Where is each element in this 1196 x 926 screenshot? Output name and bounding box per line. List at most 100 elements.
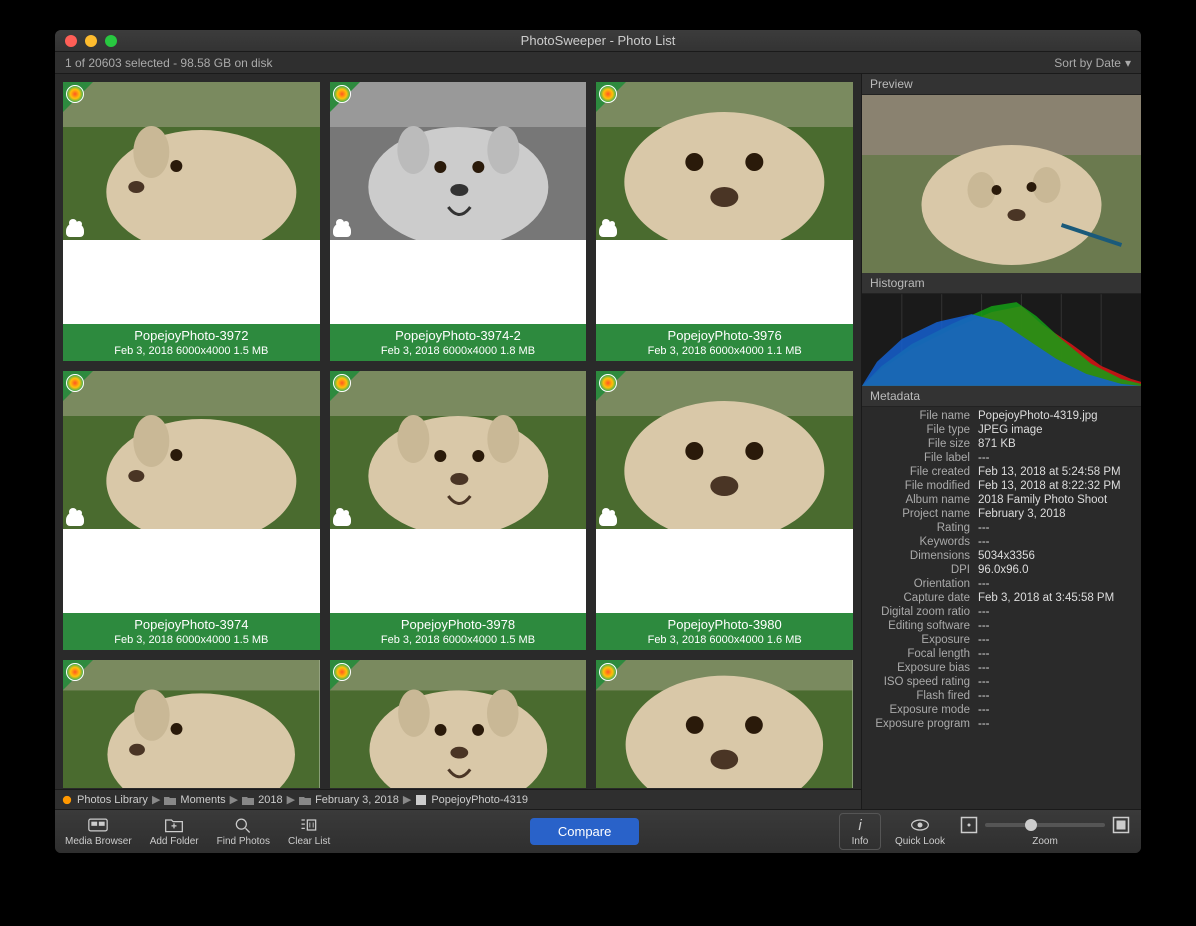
metadata-row: Keywords--- [862, 535, 1141, 549]
add-folder-button[interactable]: Add Folder [150, 816, 199, 847]
add-folder-icon [164, 816, 184, 834]
app-window: PhotoSweeper - Photo List 1 of 20603 sel… [55, 30, 1141, 853]
thumbnail-meta: Feb 3, 2018 6000x4000 1.8 MB [332, 345, 585, 357]
metadata-row: Orientation--- [862, 577, 1141, 591]
media-browser-button[interactable]: Media Browser [65, 816, 132, 847]
thumbnail-meta: Feb 3, 2018 6000x4000 1.5 MB [65, 634, 318, 646]
metadata-value: --- [978, 718, 1133, 730]
cloud-icon [66, 512, 84, 526]
metadata-label: Digital zoom ratio [870, 606, 978, 618]
metadata-label: Exposure mode [870, 704, 978, 716]
info-button[interactable]: i Info [839, 813, 881, 850]
metadata-label: File label [870, 452, 978, 464]
thumbnail-caption: PopejoyPhoto-3974-2 Feb 3, 2018 6000x4000… [330, 324, 587, 361]
svg-text:i: i [858, 817, 862, 834]
metadata-value: --- [978, 452, 1133, 464]
zoom-in-icon[interactable] [1111, 816, 1131, 834]
metadata-row: ISO speed rating--- [862, 675, 1141, 689]
file-icon [415, 795, 427, 805]
thumbnail-caption: PopejoyPhoto-3978 Feb 3, 2018 6000x4000 1… [330, 613, 587, 650]
metadata-label: Exposure bias [870, 662, 978, 674]
slider-thumb[interactable] [1025, 819, 1037, 831]
cloud-icon [599, 223, 617, 237]
metadata-value: --- [978, 676, 1133, 688]
photos-library-icon [61, 795, 73, 805]
preview-header: Preview [862, 74, 1141, 95]
close-button[interactable] [65, 35, 77, 47]
compare-button[interactable]: Compare [530, 818, 639, 845]
minimize-button[interactable] [85, 35, 97, 47]
thumbnail-name: PopejoyPhoto-3974 [65, 617, 318, 632]
photo-thumbnail[interactable] [63, 660, 320, 788]
zoom-control: Zoom [959, 816, 1131, 847]
thumbnail-caption: PopejoyPhoto-3974 Feb 3, 2018 6000x4000 1… [63, 613, 320, 650]
metadata-label: Capture date [870, 592, 978, 604]
metadata-label: ISO speed rating [870, 676, 978, 688]
histogram-header: Histogram [862, 273, 1141, 294]
chevron-right-icon: ▶ [152, 793, 160, 806]
photo-thumbnail[interactable] [596, 660, 853, 788]
clear-list-button[interactable]: Clear List [288, 816, 330, 847]
metadata-table: File namePopejoyPhoto-4319.jpgFile typeJ… [862, 407, 1141, 733]
zoom-slider[interactable] [985, 823, 1105, 827]
window-title: PhotoSweeper - Photo List [55, 33, 1141, 48]
thumbnail-meta: Feb 3, 2018 6000x4000 1.5 MB [332, 634, 585, 646]
metadata-value: Feb 13, 2018 at 5:24:58 PM [978, 466, 1133, 478]
metadata-label: Album name [870, 494, 978, 506]
metadata-row: Exposure mode--- [862, 703, 1141, 717]
thumbnail-name: PopejoyPhoto-3978 [332, 617, 585, 632]
photo-thumbnail[interactable] [330, 660, 587, 788]
metadata-row: Album name2018 Family Photo Shoot [862, 493, 1141, 507]
thumbnail-name: PopejoyPhoto-3974-2 [332, 328, 585, 343]
breadcrumb-item[interactable]: 2018 [258, 794, 282, 806]
selection-status: 1 of 20603 selected - 98.58 GB on disk [65, 56, 272, 70]
metadata-row: File createdFeb 13, 2018 at 5:24:58 PM [862, 465, 1141, 479]
folder-icon [242, 795, 254, 805]
metadata-row: File label--- [862, 451, 1141, 465]
preview-image[interactable] [862, 95, 1141, 273]
titlebar: PhotoSweeper - Photo List [55, 30, 1141, 52]
photo-thumbnail[interactable]: PopejoyPhoto-3978 Feb 3, 2018 6000x4000 1… [330, 371, 587, 650]
metadata-row: Project nameFebruary 3, 2018 [862, 507, 1141, 521]
metadata-label: Exposure program [870, 718, 978, 730]
photo-thumbnail[interactable]: PopejoyPhoto-3974 Feb 3, 2018 6000x4000 1… [63, 371, 320, 650]
photos-app-badge-icon [333, 85, 351, 103]
maximize-button[interactable] [105, 35, 117, 47]
breadcrumb-item[interactable]: PopejoyPhoto-4319 [431, 794, 528, 806]
photo-thumbnail[interactable]: PopejoyPhoto-3980Feb 3, 2018 6000x4000 1… [596, 371, 853, 650]
photo-thumbnail[interactable]: PopejoyPhoto-3972Feb 3, 2018 6000x4000 1… [63, 82, 320, 361]
folder-icon [164, 795, 176, 805]
find-photos-button[interactable]: Find Photos [217, 816, 270, 847]
quick-look-button[interactable]: Quick Look [895, 816, 945, 847]
thumbnail-name: PopejoyPhoto-3972 [65, 328, 318, 343]
metadata-label: File modified [870, 480, 978, 492]
metadata-label: File type [870, 424, 978, 436]
photo-thumbnail[interactable]: PopejoyPhoto-3976Feb 3, 2018 6000x4000 1… [596, 82, 853, 361]
histogram-chart [862, 294, 1141, 386]
zoom-out-icon[interactable] [959, 816, 979, 834]
photos-app-badge-icon [66, 85, 84, 103]
thumbnail-meta: Feb 3, 2018 6000x4000 1.6 MB [598, 634, 851, 646]
metadata-row: File modifiedFeb 13, 2018 at 8:22:32 PM [862, 479, 1141, 493]
metadata-value: --- [978, 620, 1133, 632]
toolbar: Media Browser Add Folder Find Photos Cle… [55, 809, 1141, 853]
breadcrumb-item[interactable]: Photos Library [77, 794, 148, 806]
metadata-value: --- [978, 662, 1133, 674]
metadata-value: 96.0x96.0 [978, 564, 1133, 576]
metadata-row: Focal length--- [862, 647, 1141, 661]
metadata-row: Exposure--- [862, 633, 1141, 647]
metadata-label: Dimensions [870, 550, 978, 562]
sort-label: Sort by Date [1054, 56, 1121, 70]
breadcrumb: Photos Library ▶ Moments ▶ 2018 ▶ Februa… [55, 789, 861, 809]
metadata-label: Project name [870, 508, 978, 520]
window-controls [55, 35, 117, 47]
metadata-value: --- [978, 606, 1133, 618]
breadcrumb-item[interactable]: Moments [180, 794, 225, 806]
metadata-label: File size [870, 438, 978, 450]
info-icon: i [850, 816, 870, 834]
chevron-right-icon: ▶ [403, 793, 411, 806]
photo-thumbnail[interactable]: PopejoyPhoto-3974-2 Feb 3, 2018 6000x4000… [330, 82, 587, 361]
breadcrumb-item[interactable]: February 3, 2018 [315, 794, 399, 806]
photo-grid[interactable]: PopejoyPhoto-3972 Feb 3, 2018 6000x4000 1… [55, 74, 861, 789]
sort-dropdown[interactable]: Sort by Date ▾ [1054, 56, 1131, 70]
